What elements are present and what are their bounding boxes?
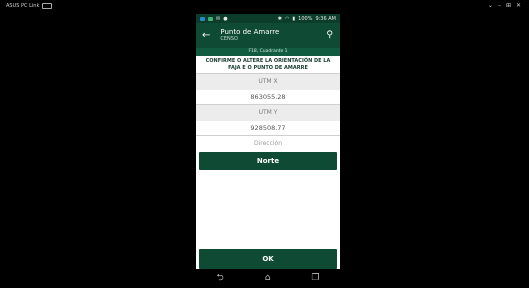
app-notification-icon (200, 16, 205, 21)
maximize-icon[interactable]: ⊞ (506, 2, 511, 9)
phone-screen: ✉ ● ✱ ◠ ▮ 100% 9:36 AM ← Punto de Amarre… (196, 14, 340, 286)
notification-icon (208, 16, 213, 21)
mail-icon: ✉ (216, 15, 221, 22)
back-icon[interactable]: ⮌ (216, 270, 223, 286)
clock: 9:36 AM (315, 15, 336, 22)
android-nav-bar: ⮌ ⌂ ❐ (196, 269, 340, 286)
desktop-title: ASUS PC Link (6, 3, 53, 9)
utm-y-value[interactable]: 928508.77 (196, 121, 340, 136)
direction-label: Dirección (253, 140, 283, 147)
recents-icon[interactable]: ❐ (311, 273, 319, 283)
notification-icon: ● (223, 15, 228, 22)
close-icon[interactable]: ✕ (516, 2, 521, 9)
page-subtitle: CENSO (220, 35, 238, 42)
battery-percent: 100% (298, 15, 313, 22)
bluetooth-icon: ✱ (277, 15, 282, 22)
ok-button[interactable]: OK (199, 249, 337, 269)
utm-y-label: UTM Y (196, 105, 340, 121)
app-bar: ← Punto de Amarre CENSO ⚲ (196, 23, 340, 48)
window-controls: ⌄ – ⊞ ✕ (488, 2, 521, 9)
breadcrumb: F18, Cuadrante 1 (196, 48, 340, 56)
minimize-icon[interactable]: – (498, 2, 501, 9)
wifi-icon: ◠ (285, 15, 290, 22)
utm-x-value[interactable]: 863055.28 (196, 90, 340, 105)
dropdown-icon[interactable]: ⌄ (488, 2, 493, 9)
direction-button[interactable]: Norte (199, 152, 337, 170)
status-bar: ✉ ● ✱ ◠ ▮ 100% 9:36 AM (196, 14, 340, 23)
battery-icon: ▮ (292, 15, 296, 22)
instruction-text: CONFIRME O ALTERE LA ORIENTACIÓN DE LA F… (196, 56, 340, 74)
link-icon (42, 3, 53, 9)
back-arrow-icon[interactable]: ← (202, 30, 210, 41)
utm-x-label: UTM X (196, 74, 340, 90)
map-pin-icon[interactable]: ⚲ (326, 30, 333, 40)
home-icon[interactable]: ⌂ (265, 273, 271, 283)
